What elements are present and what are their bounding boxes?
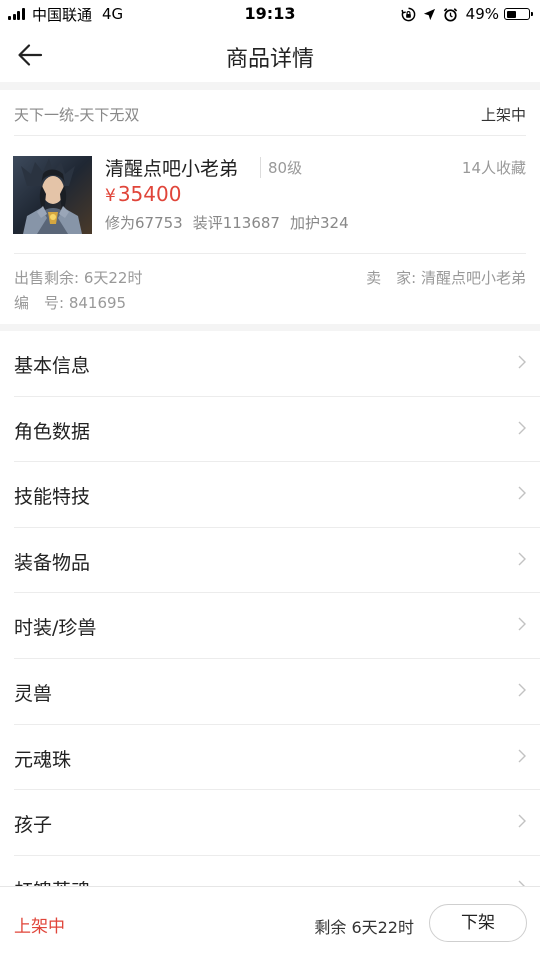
menu-item-label: 角色数据 [14,420,91,443]
serial-number: 编 号: 841695 [14,294,127,312]
product-card: 天下一统-天下无双 上架中 清醒点吧小老弟 80级 14人收藏 ¥ 35400 … [0,90,540,324]
page-title-wrap: 商品详情 [0,41,540,73]
time-remaining: 剩余 6天22时 [314,918,414,937]
price-value: 35400 [117,182,182,206]
divider [14,253,526,254]
listing-status: 上架中 [480,106,526,124]
menu-item-label: 装备物品 [14,551,91,574]
battery-icon [504,8,533,20]
menu-item-character-data[interactable]: 角色数据 [0,397,540,463]
character-portrait-image [13,156,92,234]
character-level: 80级 [260,157,302,178]
delist-button[interactable]: 下架 [429,904,527,942]
menu-item-label: 孩子 [14,814,53,837]
bottom-action-bar: 上架中 剩余 6天22时 下架 [0,886,540,961]
chevron-right-icon [518,683,526,697]
menu-item-spirit-beast[interactable]: 灵兽 [0,659,540,725]
battery-percent: 49% [465,5,499,23]
menu-item-label: 灵兽 [14,682,53,705]
character-stats: 修为67753 装评113687 加护324 [105,212,359,233]
chevron-right-icon [518,552,526,566]
menu-item-label: 技能特技 [14,486,91,509]
menu-item-soul-orb[interactable]: 元魂珠 [0,725,540,791]
favorites-count: 14人收藏 [461,159,526,177]
page-title: 商品详情 [225,47,314,72]
location-icon [423,8,435,20]
chevron-right-icon [518,486,526,500]
stat-equipment-score: 装评113687 [192,214,280,232]
detail-menu: 基本信息 角色数据 技能特技 装备物品 时装/珍兽 灵兽 元魂珠 孩子 虹魄英魂 [0,331,540,921]
server-name: 天下一统-天下无双 [14,106,140,124]
seller: 卖 家: 清醒点吧小老弟 [366,269,526,287]
status-bar: 中国联通 4G 19:13 49% [0,0,540,28]
section-gap [0,82,540,90]
character-name: 清醒点吧小老弟 [105,158,239,180]
chevron-right-icon [518,617,526,631]
alarm-icon [443,7,457,22]
character-avatar[interactable] [13,156,92,234]
stat-protection: 加护324 [289,214,349,232]
stat-cultivation: 修为67753 [105,214,183,232]
chevron-right-icon [518,421,526,435]
section-gap [0,324,540,331]
menu-item-label: 基本信息 [14,355,91,377]
divider [14,135,526,136]
menu-item-skills[interactable]: 技能特技 [0,462,540,528]
rotation-lock-icon [401,7,415,21]
chevron-right-icon [518,814,526,828]
menu-item-children[interactable]: 孩子 [0,790,540,856]
menu-item-fashion-pets[interactable]: 时装/珍兽 [0,593,540,659]
price: ¥35400 [105,182,181,206]
menu-item-basic-info[interactable]: 基本信息 [0,331,540,397]
currency-symbol: ¥ [105,186,116,206]
listing-status-footer: 上架中 [14,917,65,937]
status-bar-right: 49% [394,4,533,24]
menu-item-equipment[interactable]: 装备物品 [0,528,540,594]
chevron-right-icon [518,355,526,369]
chevron-right-icon [518,749,526,763]
menu-item-label: 元魂珠 [14,748,72,771]
sell-remaining: 出售剩余: 6天22时 [14,269,143,287]
menu-item-label: 时装/珍兽 [14,617,97,640]
nav-bar: 商品详情 [0,28,540,82]
